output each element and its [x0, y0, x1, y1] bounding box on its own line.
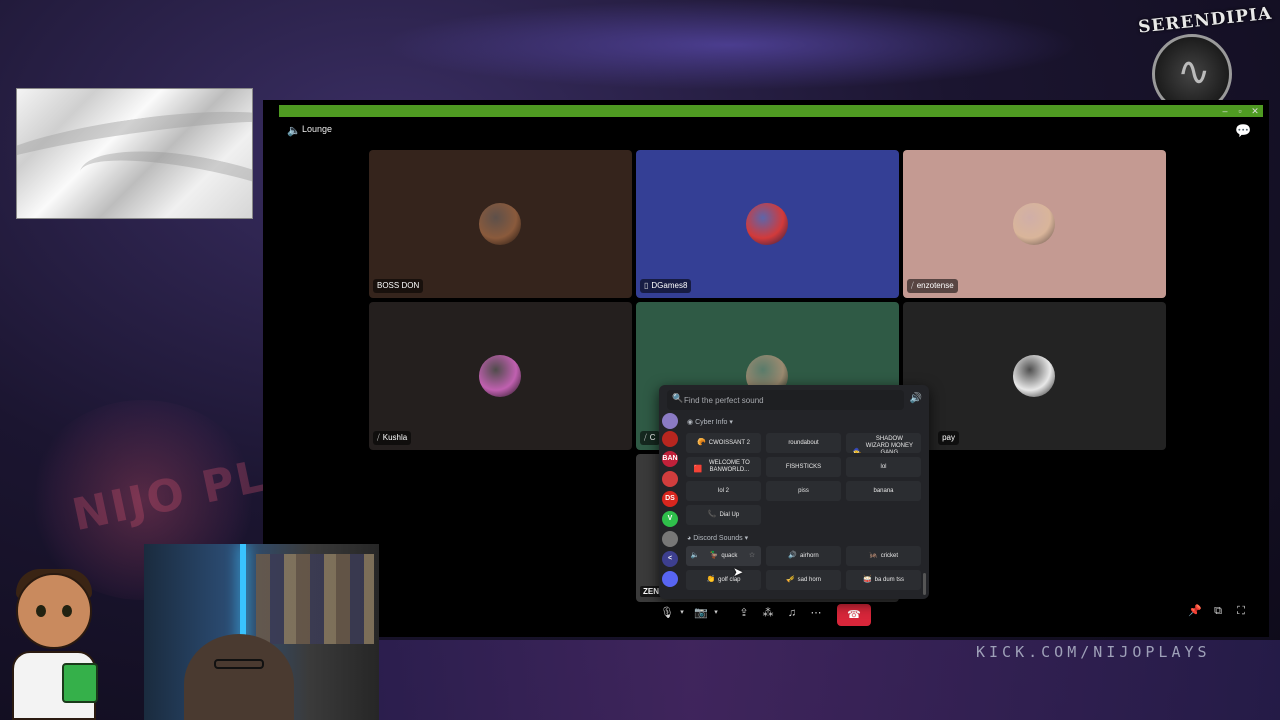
- minimize-icon[interactable]: –: [1219, 105, 1231, 117]
- call-controls: 🎙 ▾ 📷 ▾ ⇪ ⁂ ♫ ⋯ ☎: [263, 603, 1269, 626]
- sound-button[interactable]: 🧙SHADOW WIZARD MONEY GANG: [846, 433, 921, 453]
- channel-name: Lounge: [302, 124, 333, 134]
- ban-guild-icon[interactable]: BAN: [662, 451, 678, 467]
- more-options-icon[interactable]: ⋯: [806, 603, 826, 623]
- silk-texture-panel: [16, 88, 253, 219]
- soundboard-popover: 🔍 🔊 BAN DS V < ◉Cyber Info ▾ 🥐CWOISSANT …: [659, 385, 929, 599]
- participant-tile[interactable]: ▯ DGames8: [636, 150, 899, 298]
- scrollbar[interactable]: [923, 573, 926, 595]
- participant-name: ⧸ C: [640, 431, 660, 445]
- sound-button[interactable]: 🟥WELCOME TO BANWORLD...: [686, 457, 761, 477]
- popout-icon[interactable]: ⧉: [1210, 603, 1226, 619]
- preview-volume-icon[interactable]: 🔈: [689, 550, 701, 562]
- ds-guild-icon[interactable]: DS: [662, 491, 678, 507]
- cartoon-mascot: [4, 565, 104, 720]
- chevron-down-icon: ▾: [727, 419, 733, 426]
- discord-guild-icon[interactable]: [662, 413, 678, 429]
- avatar: [479, 203, 521, 245]
- guild-rail: BAN DS V <: [659, 413, 681, 599]
- sound-button[interactable]: 🦗 cricket: [846, 546, 921, 566]
- sound-button[interactable]: 🥐 CWOISSANT 2: [686, 433, 761, 453]
- section-header-cyber-info[interactable]: ◉ Cyber Info ▾: [687, 417, 735, 429]
- muted-mic-icon: ⧸: [377, 433, 380, 442]
- glasses-icon: [214, 659, 264, 669]
- activities-icon[interactable]: ⁂: [758, 603, 778, 623]
- sound-button[interactable]: 🥁 ba dum tss: [846, 570, 921, 590]
- sound-button[interactable]: lol 2: [686, 481, 761, 501]
- kick-channel-url: KICK.COM/NIJOPLAYS: [976, 643, 1211, 661]
- favorite-star-icon[interactable]: ☆: [746, 550, 758, 562]
- participant-name: BOSS DON: [373, 279, 424, 293]
- guild-icon: ◉: [687, 419, 694, 426]
- chat-bubble-icon[interactable]: 💬: [1235, 123, 1251, 138]
- screen-share-icon[interactable]: ⇪: [734, 603, 754, 623]
- red-target-icon[interactable]: [662, 471, 678, 487]
- sound-button[interactable]: piss: [766, 481, 841, 501]
- red-seal-icon[interactable]: [662, 431, 678, 447]
- participant-name: pay: [938, 431, 959, 445]
- maximize-icon[interactable]: ▫: [1234, 105, 1246, 117]
- sound-button[interactable]: 📞 Dial Up: [686, 505, 761, 525]
- mug-icon: [62, 663, 98, 703]
- volume-icon[interactable]: 🔊: [909, 393, 923, 407]
- sound-button[interactable]: lol: [846, 457, 921, 477]
- streamer: [184, 634, 294, 720]
- search-icon: 🔍: [672, 393, 684, 403]
- speaker-icon: 🔈: [287, 125, 301, 137]
- chevron-down-icon: ▾: [742, 535, 749, 542]
- sound-button[interactable]: banana: [846, 481, 921, 501]
- disconnect-button[interactable]: ☎: [837, 604, 871, 626]
- discord-logo-icon: ◕: [687, 535, 692, 542]
- sound-button[interactable]: 🎺 sad horn: [766, 570, 841, 590]
- soundboard-icon[interactable]: ♫: [782, 603, 802, 623]
- participant-tile[interactable]: ⧸ enzotense: [903, 150, 1166, 298]
- background-glow: [380, 0, 1080, 90]
- sound-button[interactable]: 🔈 🦆 quack ☆: [686, 546, 761, 566]
- sound-button[interactable]: 👏 golf clap: [686, 570, 761, 590]
- brand-title: SERENDIPIA: [1137, 3, 1274, 38]
- participant-name: ⧸ Kushla: [373, 431, 412, 445]
- section-header-discord-sounds[interactable]: ◕ Discord Sounds ▾: [687, 533, 750, 545]
- participant-tile[interactable]: pay: [903, 302, 1166, 450]
- avatar: [1013, 203, 1055, 245]
- webcam-feed: [144, 544, 379, 720]
- camera-off-icon[interactable]: 📷: [691, 603, 711, 623]
- close-icon[interactable]: ✕: [1249, 105, 1261, 117]
- search-input[interactable]: [684, 393, 894, 407]
- discord-logo-icon[interactable]: [662, 571, 678, 587]
- phone-icon: ▯: [644, 281, 649, 290]
- sound-button[interactable]: 🔊 airhorn: [766, 546, 841, 566]
- avatar: [479, 355, 521, 397]
- gray-guild-icon[interactable]: [662, 531, 678, 547]
- participant-tile[interactable]: ⧸ Kushla: [369, 302, 632, 450]
- participant-name: ▯ DGames8: [640, 279, 692, 293]
- collectibles-shelf: [256, 554, 374, 644]
- avatar: [1013, 355, 1055, 397]
- pin-icon[interactable]: 📌: [1187, 603, 1203, 619]
- microphone-icon[interactable]: 🎙: [657, 603, 677, 623]
- chevron-down-icon[interactable]: ▾: [677, 603, 687, 623]
- participant-tile[interactable]: BOSS DON: [369, 150, 632, 298]
- muted-mic-icon: ⧸: [911, 281, 914, 290]
- v-guild-icon[interactable]: V: [662, 511, 678, 527]
- fullscreen-icon[interactable]: ⛶: [1233, 603, 1249, 619]
- avatar: [746, 203, 788, 245]
- soundboard-search: 🔍: [667, 390, 904, 410]
- sound-button[interactable]: FISHSTICKS: [766, 457, 841, 477]
- participant-name: ⧸ enzotense: [907, 279, 958, 293]
- sound-button[interactable]: roundabout: [766, 433, 841, 453]
- back-arrow-icon[interactable]: <: [662, 551, 678, 567]
- muted-mic-icon: ⧸: [644, 433, 647, 442]
- mouse-cursor-icon: ➤: [733, 565, 744, 579]
- window-titlebar: – ▫ ✕: [279, 105, 1263, 117]
- chevron-down-icon[interactable]: ▾: [711, 603, 721, 623]
